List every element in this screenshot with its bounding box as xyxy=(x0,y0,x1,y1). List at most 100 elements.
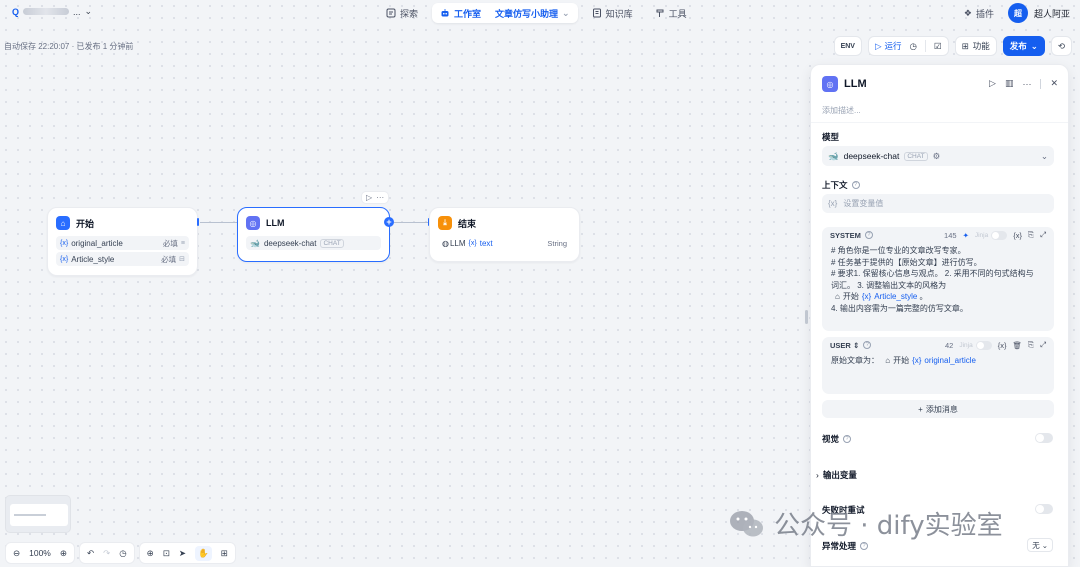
vision-toggle[interactable] xyxy=(1035,433,1053,443)
var-required: 必填 xyxy=(161,254,177,264)
play-icon[interactable]: ▷ xyxy=(366,193,372,202)
run-label: 运行 xyxy=(884,41,902,51)
ref-suffix: 。 xyxy=(919,292,928,301)
user-role-select[interactable]: USER ⇕ xyxy=(830,341,859,350)
organize-icon[interactable]: ⊞ xyxy=(221,548,228,559)
var-name: Article_style xyxy=(71,254,115,264)
nav-tools[interactable]: 工具 xyxy=(647,3,695,23)
more-icon[interactable]: ··· xyxy=(1022,79,1031,89)
add-next-node-button[interactable]: + xyxy=(384,217,394,227)
nav-studio-label: 工作室 xyxy=(454,8,482,19)
jinja-toggle[interactable]: Jinja xyxy=(959,340,992,350)
hand-icon[interactable]: ✋ xyxy=(195,545,212,561)
expand-icon[interactable]: ⤢ xyxy=(1040,230,1046,240)
close-icon[interactable]: ✕ xyxy=(1050,78,1058,89)
copy-icon[interactable]: ⎘ xyxy=(1028,230,1034,240)
divider xyxy=(1040,78,1042,89)
system-message: SYSTEM ? 145 ✦ Jinja {x} ⎘ ⤢ # 角色你是一位专业的… xyxy=(822,227,1054,331)
bottom-toolbar: ⊖ 100% ⊕ ↶ ↷ ◷ ⊕ ⊡ ➤ ✋ ⊞ xyxy=(5,542,236,564)
system-prompt-editor[interactable]: # 角色你是一位专业的文章改写专家。 # 任务基于提供的【原始文章】进行仿写。 … xyxy=(822,243,1054,320)
chevron-right-icon: › xyxy=(816,470,819,480)
zoom-in-icon[interactable]: ⊕ xyxy=(60,548,67,559)
nav-studio[interactable]: 工作室 文章仿写小助理 ⌄ xyxy=(432,3,578,23)
plugin-button[interactable]: ❖ 插件 xyxy=(964,7,994,20)
jinja-switch[interactable] xyxy=(975,340,992,350)
app-name-selector[interactable]: 文章仿写小助理 xyxy=(495,7,558,20)
pointer-icon[interactable]: ➤ xyxy=(179,548,186,559)
version-history-button[interactable]: ⟲ xyxy=(1050,36,1072,56)
model-name: deepseek-chat xyxy=(843,151,900,161)
copy-icon[interactable]: ⎘ xyxy=(1028,340,1034,350)
chevron-down-icon: ⌄ xyxy=(562,7,570,18)
features-button[interactable]: ⊞ 功能 xyxy=(954,36,997,56)
help-book-icon[interactable]: ▥ xyxy=(1005,78,1014,89)
panel-resize-handle[interactable] xyxy=(805,310,808,324)
explore-icon xyxy=(386,8,396,18)
node-end[interactable]: ⤓ 结束 ◍ LLM {x} text String xyxy=(429,207,580,262)
start-var-original-article: {x} original_article 必填 ≡ xyxy=(56,236,189,250)
zoom-out-icon[interactable]: ⊖ xyxy=(13,548,20,559)
workspace-switcher[interactable]: Q ... ⌄ xyxy=(12,6,92,17)
node-start[interactable]: ⌂ 开始 {x} original_article 必填 ≡ {x} Artic… xyxy=(47,207,198,276)
context-variable-input[interactable]: {x} 设置变量值 xyxy=(822,194,1054,213)
node-llm[interactable]: ◎ LLM 🐋 deepseek-chat CHAT xyxy=(237,207,390,262)
jinja-switch[interactable] xyxy=(991,230,1008,240)
variable-icon: {x} xyxy=(861,292,872,301)
nav-explore-label: 探索 xyxy=(400,8,419,19)
help-icon[interactable]: ? xyxy=(860,542,869,550)
run-button[interactable]: ▷ 运行 xyxy=(875,40,902,52)
user-prompt-editor[interactable]: 原始文章为： ⌂ 开始 {x} original_article xyxy=(822,353,1054,373)
node-llm-title: LLM xyxy=(266,218,285,228)
history-icon: ⟲ xyxy=(1057,40,1065,51)
help-icon[interactable]: ? xyxy=(864,231,873,239)
robot-icon xyxy=(441,9,449,17)
watermark: 公众号 · dify实验室 xyxy=(728,505,1003,542)
nav-explore[interactable]: 探索 xyxy=(378,3,426,23)
error-handling-select[interactable]: 无 ⌄ xyxy=(1027,538,1053,552)
var-name: original_article xyxy=(71,238,123,248)
nav-knowledge[interactable]: 知识库 xyxy=(584,3,641,23)
variable-reference[interactable]: ⌂ 开始 {x} Article_style xyxy=(835,291,917,303)
sparkle-icon[interactable]: ✦ xyxy=(963,231,969,240)
model-settings-icon[interactable]: ⚙ xyxy=(933,151,941,162)
undo-icon[interactable]: ↶ xyxy=(87,548,94,559)
vision-label-text: 视觉 xyxy=(822,434,840,444)
model-badge: CHAT xyxy=(904,151,928,161)
history-icon[interactable]: ◷ xyxy=(119,548,126,559)
help-icon[interactable]: ? xyxy=(851,181,860,189)
main-nav: 探索 工作室 文章仿写小助理 ⌄ 知识库 工具 xyxy=(378,3,695,23)
play-icon[interactable]: ▷ xyxy=(989,78,996,89)
start-var-article-style: {x} Article_style 必填 ⊟ xyxy=(56,252,189,266)
minimap[interactable] xyxy=(5,495,71,533)
nav-tools-label: 工具 xyxy=(668,8,687,19)
panel-title[interactable]: LLM xyxy=(844,78,867,90)
user-menu[interactable]: 超 超人阿亚 xyxy=(1007,3,1070,23)
insert-variable-icon[interactable]: {x} xyxy=(998,341,1007,350)
add-note-icon[interactable]: ⊡ xyxy=(163,548,170,559)
retry-toggle[interactable] xyxy=(1035,504,1053,514)
help-icon[interactable]: ? xyxy=(863,341,872,349)
edge-start-llm xyxy=(200,222,237,223)
end-output-source: LLM xyxy=(449,238,466,248)
publish-button[interactable]: 发布 ⌄ xyxy=(1002,36,1045,56)
history-icon[interactable]: ◷ xyxy=(910,41,917,52)
jinja-toggle[interactable]: Jinja xyxy=(975,230,1008,240)
checklist-icon[interactable]: ☑ xyxy=(934,41,942,52)
delete-icon[interactable]: 🗑 xyxy=(1012,341,1022,350)
model-selector[interactable]: 🐋 deepseek-chat CHAT ⚙ ⌄ xyxy=(822,146,1054,166)
canvas-controls: ⊕ ⊡ ➤ ✋ ⊞ xyxy=(138,542,236,564)
env-variables-button[interactable]: ENV xyxy=(833,36,862,56)
output-vars-section[interactable]: › 输出变量 xyxy=(816,469,857,481)
insert-variable-icon[interactable]: {x} xyxy=(1013,231,1022,240)
start-output-handle[interactable] xyxy=(197,218,199,226)
zoom-level[interactable]: 100% xyxy=(29,548,51,558)
add-node-icon[interactable]: ⊕ xyxy=(147,548,154,559)
description-input[interactable]: 添加描述... xyxy=(822,105,861,116)
add-message-button[interactable]: + 添加消息 xyxy=(822,400,1054,418)
expand-icon[interactable]: ⤢ xyxy=(1040,340,1046,350)
more-icon[interactable]: ··· xyxy=(376,193,384,202)
variable-reference[interactable]: ⌂ 开始 {x} original_article xyxy=(885,355,976,367)
chevron-down-icon: ⌄ xyxy=(84,6,93,16)
redo-icon[interactable]: ↷ xyxy=(103,548,110,559)
help-icon[interactable]: ? xyxy=(843,435,852,443)
